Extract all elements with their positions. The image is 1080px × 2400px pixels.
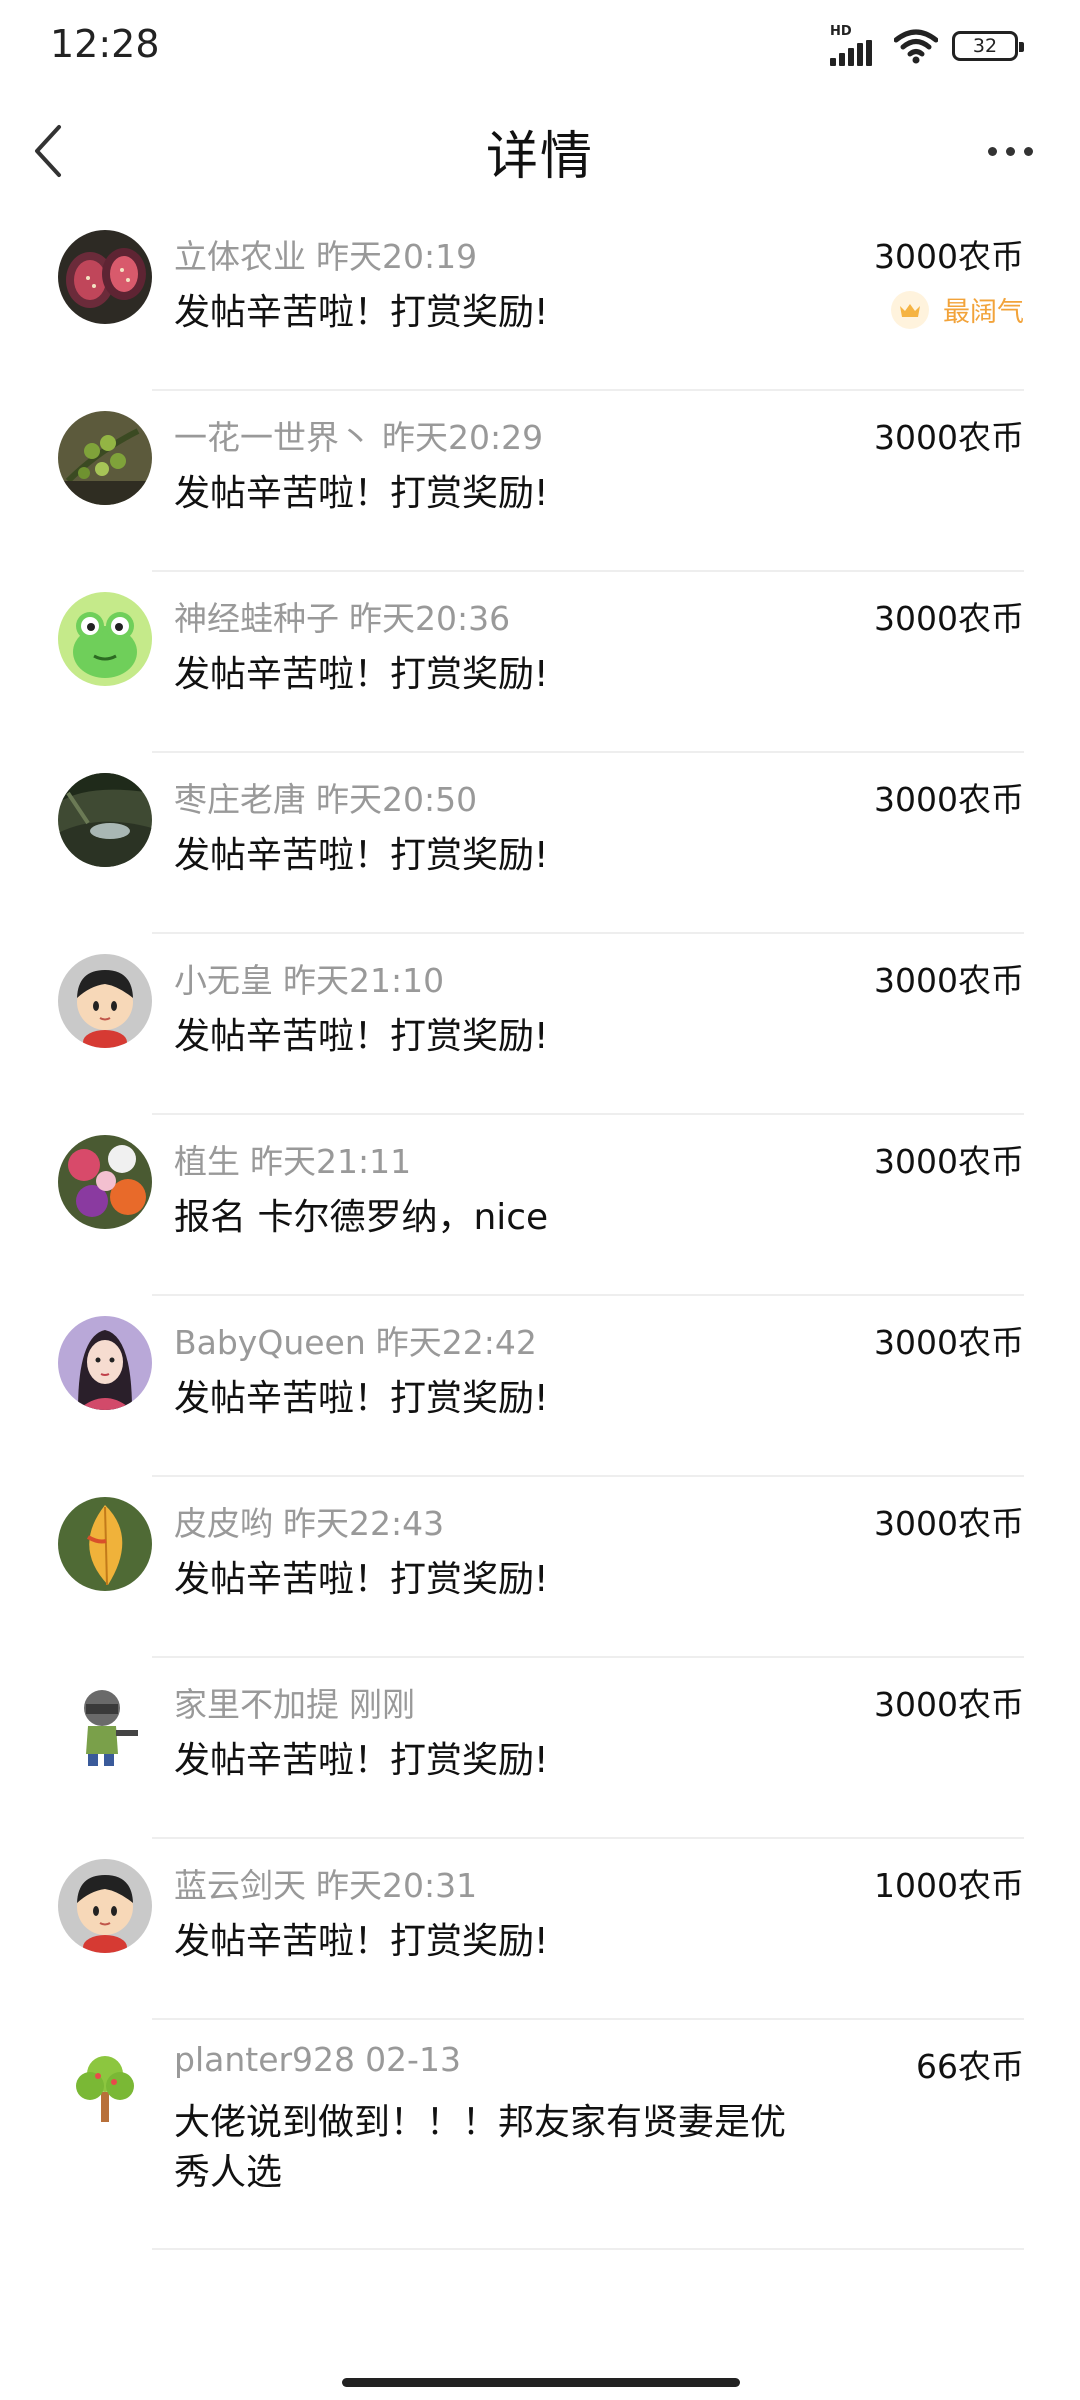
username[interactable]: BabyQueen	[174, 1323, 366, 1362]
more-dot	[1023, 146, 1033, 156]
avatar-leaf[interactable]	[58, 1497, 152, 1591]
reward-item[interactable]: 一花一世界丶 昨天20:29 发帖辛苦啦！打赏奖励! 3000农币	[0, 391, 1080, 572]
reward-amount: 3000农币	[874, 237, 1024, 276]
status-time: 12:28	[50, 22, 160, 66]
status-bar: 12:28 HD 32	[0, 0, 1080, 92]
avatar-flowers[interactable]	[58, 1135, 152, 1229]
avatar-landscape[interactable]	[58, 773, 152, 867]
reward-time: 昨天22:43	[283, 1504, 445, 1543]
username[interactable]: 植生	[174, 1142, 240, 1181]
wifi-icon	[894, 29, 938, 64]
reward-item[interactable]: 枣庄老唐 昨天20:50 发帖辛苦啦！打赏奖励! 3000农币	[0, 753, 1080, 934]
reward-item[interactable]: planter928 02-13 大佬说到做到！！！邦友家有贤妻是优秀人选 66农…	[0, 2020, 1080, 2250]
status-icons: HD 32	[830, 24, 1024, 66]
reward-item[interactable]: 立体农业 昨天20:19 发帖辛苦啦！打赏奖励! 3000农币 最阔气	[0, 210, 1080, 391]
reward-item[interactable]: 小无皇 昨天21:10 发帖辛苦啦！打赏奖励! 3000农币	[0, 934, 1080, 1115]
username[interactable]: 家里不加提	[174, 1685, 339, 1724]
battery-level: 32	[972, 34, 998, 57]
reward-message: 发帖辛苦啦！打赏奖励!	[174, 1016, 549, 1057]
top-reward-badge: 最阔气	[891, 290, 1024, 329]
reward-meta: 枣庄老唐 昨天20:50	[174, 773, 477, 821]
reward-time: 昨天22:42	[375, 1323, 537, 1362]
reward-item[interactable]: 家里不加提 刚刚 发帖辛苦啦！打赏奖励! 3000农币	[0, 1658, 1080, 1839]
username[interactable]: 立体农业	[174, 237, 306, 276]
reward-meta: 一花一世界丶 昨天20:29	[174, 411, 543, 459]
username[interactable]: 神经蛙种子	[174, 599, 339, 638]
crown-icon	[891, 290, 929, 329]
avatar-cartoon-soldier[interactable]	[58, 1678, 152, 1772]
reward-meta: planter928 02-13	[174, 2040, 461, 2079]
reward-amount: 3000农币	[874, 961, 1024, 1000]
username[interactable]: 蓝云剑天	[174, 1866, 306, 1905]
reward-message: 发帖辛苦啦！打赏奖励!	[174, 1559, 549, 1600]
avatar-frog[interactable]	[58, 592, 152, 686]
reward-list: 立体农业 昨天20:19 发帖辛苦啦！打赏奖励! 3000农币 最阔气 一花一世…	[0, 210, 1080, 2250]
reward-meta: 皮皮哟 昨天22:43	[174, 1497, 444, 1545]
avatar-fig[interactable]	[58, 230, 152, 324]
reward-message: 发帖辛苦啦！打赏奖励!	[174, 835, 549, 876]
reward-time: 昨天20:36	[349, 599, 511, 638]
page-title: 详情	[485, 127, 594, 187]
reward-time: 昨天21:10	[283, 961, 445, 1000]
hd-label: HD	[830, 24, 852, 39]
reward-item[interactable]: 蓝云剑天 昨天20:31 发帖辛苦啦！打赏奖励! 1000农币	[0, 1839, 1080, 2020]
reward-message: 发帖辛苦啦！打赏奖励!	[174, 654, 549, 695]
signal-icon: HD	[830, 24, 880, 66]
avatar-cartoon-boy[interactable]	[58, 1859, 152, 1953]
reward-meta: 家里不加提 刚刚	[174, 1678, 415, 1726]
username[interactable]: 一花一世界丶	[174, 418, 372, 457]
reward-amount: 3000农币	[874, 599, 1024, 638]
avatar-woman[interactable]	[58, 1316, 152, 1410]
nav-bar: 详情	[0, 92, 1080, 210]
reward-message: 报名 卡尔德罗纳，nice	[174, 1197, 549, 1238]
reward-time: 刚刚	[349, 1685, 415, 1724]
reward-item[interactable]: 植生 昨天21:11 报名 卡尔德罗纳，nice 3000农币	[0, 1115, 1080, 1296]
divider	[152, 2248, 1024, 2250]
reward-item[interactable]: BabyQueen 昨天22:42 发帖辛苦啦！打赏奖励! 3000农币	[0, 1296, 1080, 1477]
reward-meta: 神经蛙种子 昨天20:36	[174, 592, 510, 640]
reward-time: 昨天20:50	[316, 780, 478, 819]
reward-message: 发帖辛苦啦！打赏奖励!	[174, 292, 549, 333]
reward-message: 发帖辛苦啦！打赏奖励!	[174, 1740, 549, 1781]
reward-amount: 3000农币	[874, 418, 1024, 457]
avatar-tree[interactable]	[58, 2040, 152, 2134]
reward-message: 发帖辛苦啦！打赏奖励!	[174, 473, 549, 514]
battery-icon: 32	[952, 31, 1024, 61]
reward-amount: 3000农币	[874, 1504, 1024, 1543]
reward-message: 发帖辛苦啦！打赏奖励!	[174, 1921, 549, 1962]
reward-time: 02-13	[365, 2040, 461, 2079]
reward-time: 昨天21:11	[250, 1142, 412, 1181]
reward-amount: 1000农币	[874, 1866, 1024, 1905]
home-indicator[interactable]	[342, 2378, 740, 2387]
reward-amount: 66农币	[916, 2047, 1024, 2086]
reward-meta: 立体农业 昨天20:19	[174, 230, 477, 278]
username[interactable]: 枣庄老唐	[174, 780, 306, 819]
badge-label: 最阔气	[943, 297, 1024, 328]
reward-message: 发帖辛苦啦！打赏奖励!	[174, 1378, 549, 1419]
reward-meta: BabyQueen 昨天22:42	[174, 1316, 537, 1364]
more-dot	[987, 146, 997, 156]
reward-time: 昨天20:29	[382, 418, 544, 457]
reward-time: 昨天20:31	[316, 1866, 478, 1905]
username[interactable]: 皮皮哟	[174, 1504, 273, 1543]
avatar-cartoon-boy[interactable]	[58, 954, 152, 1048]
reward-meta: 蓝云剑天 昨天20:31	[174, 1859, 477, 1907]
more-dot	[1005, 146, 1015, 156]
username[interactable]: planter928	[174, 2040, 355, 2079]
reward-detail-screen: 12:28 HD 32 详情 立体农业 昨天20:19 发帖辛苦啦！打赏奖励! …	[0, 0, 1080, 2400]
reward-time: 昨天20:19	[316, 237, 478, 276]
username[interactable]: 小无皇	[174, 961, 273, 1000]
avatar-berries[interactable]	[58, 411, 152, 505]
reward-amount: 3000农币	[874, 1142, 1024, 1181]
reward-item[interactable]: 神经蛙种子 昨天20:36 发帖辛苦啦！打赏奖励! 3000农币	[0, 572, 1080, 753]
reward-meta: 小无皇 昨天21:10	[174, 954, 444, 1002]
reward-amount: 3000农币	[874, 780, 1024, 819]
reward-amount: 3000农币	[874, 1323, 1024, 1362]
reward-message: 大佬说到做到！！！邦友家有贤妻是优秀人选	[174, 2102, 787, 2193]
more-button[interactable]	[970, 116, 1050, 186]
reward-item[interactable]: 皮皮哟 昨天22:43 发帖辛苦啦！打赏奖励! 3000农币	[0, 1477, 1080, 1658]
reward-amount: 3000农币	[874, 1685, 1024, 1724]
reward-meta: 植生 昨天21:11	[174, 1135, 411, 1183]
